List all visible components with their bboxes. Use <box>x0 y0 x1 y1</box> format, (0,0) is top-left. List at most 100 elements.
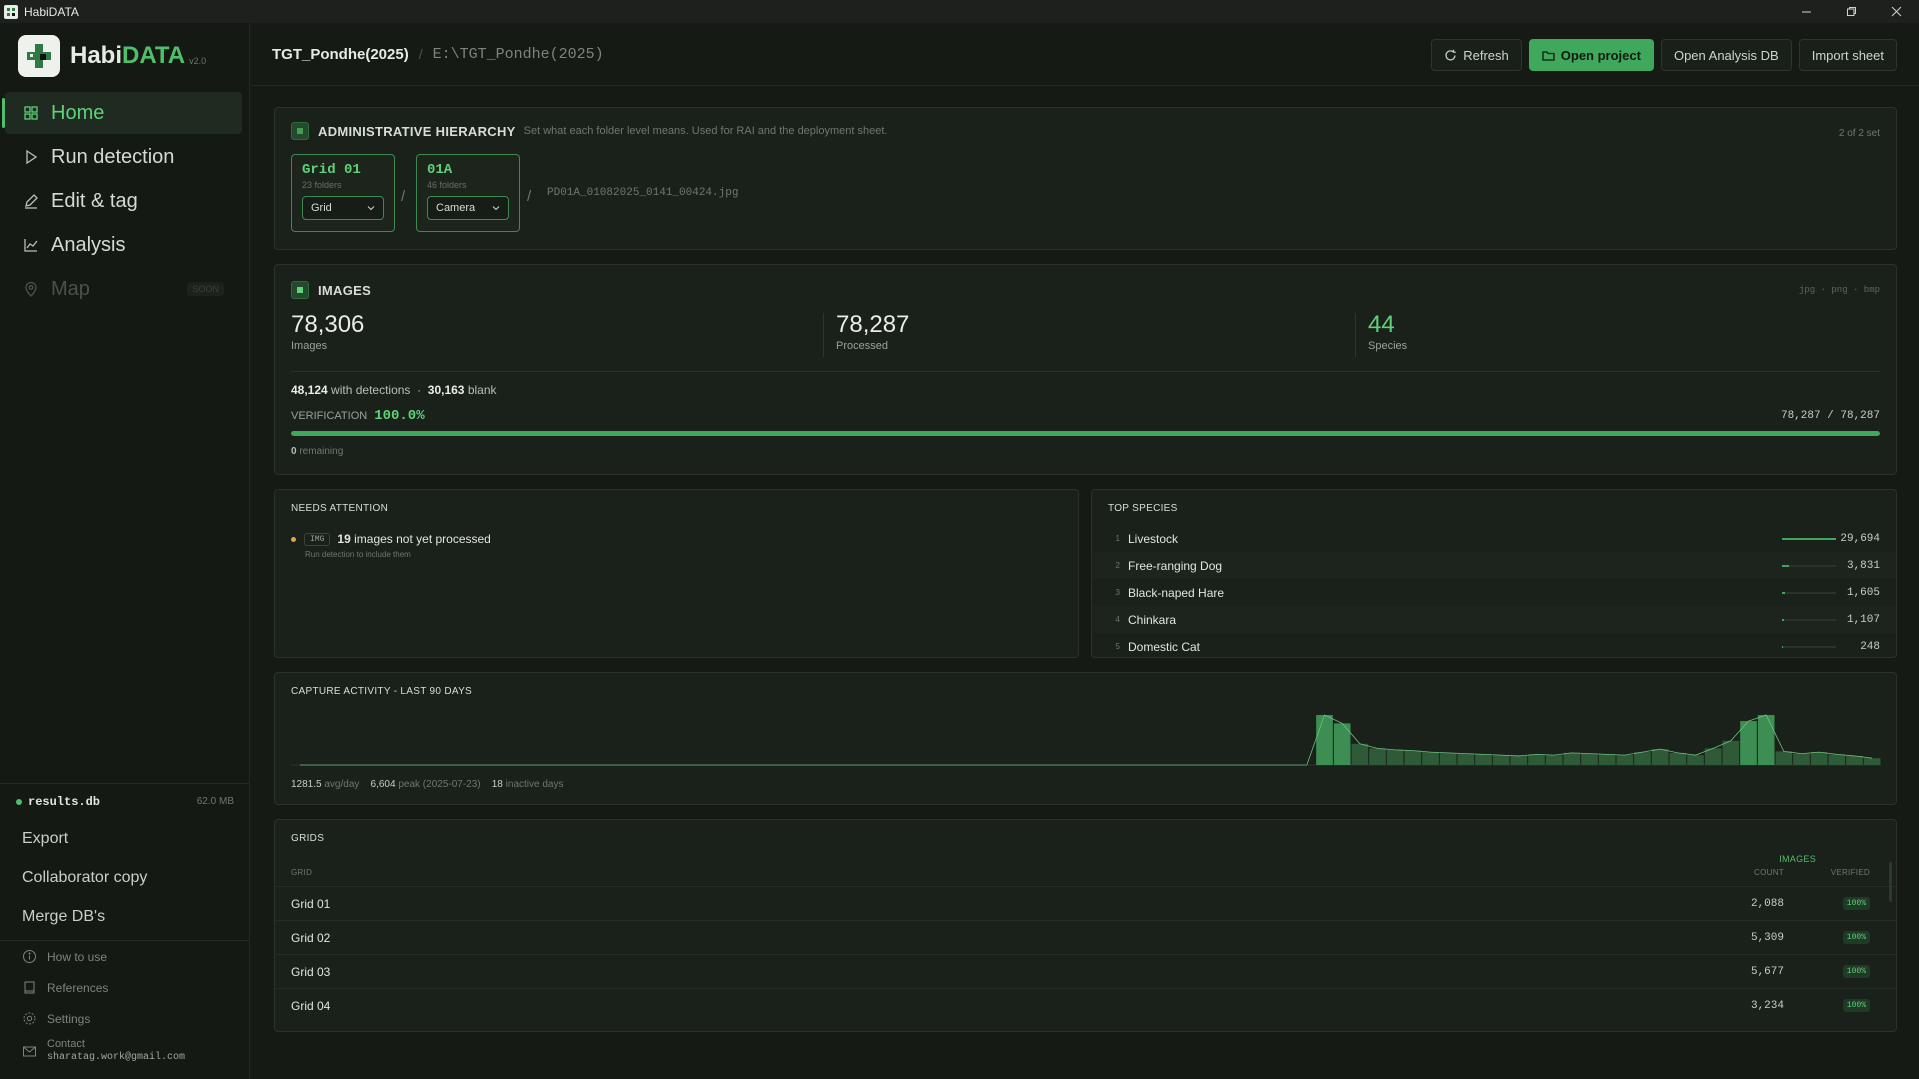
window-title: HabiDATA <box>24 4 79 19</box>
verified-badge: 100% <box>1842 931 1870 944</box>
app-logo-icon <box>4 4 18 19</box>
restore-icon <box>1847 7 1856 16</box>
activity-bar <box>1386 749 1404 765</box>
column-header-verified[interactable]: VERIFIED <box>1831 868 1870 877</box>
level-name: Grid 01 <box>302 162 361 178</box>
species-share-bar <box>1782 591 1836 594</box>
references-link[interactable]: References <box>0 972 250 1003</box>
info-icon <box>23 950 36 963</box>
contact-link[interactable]: Contact sharatag.work@gmail.com <box>0 1034 250 1068</box>
activity-bar <box>1669 752 1687 765</box>
verification-percent: 100.0% <box>374 408 425 424</box>
how-to-use-link[interactable]: How to use <box>0 941 250 972</box>
species-row[interactable]: 2 Free-ranging Dog 3,831 <box>1092 552 1896 579</box>
needs-attention-card: NEEDS ATTENTION IMG 19 images not yet pr… <box>274 489 1079 658</box>
image-formats: jpg · png · bmp <box>1798 285 1880 295</box>
database-name: results.db <box>28 794 101 809</box>
level-type-select[interactable]: Camera <box>427 196 509 220</box>
open-project-button[interactable]: Open project <box>1528 39 1654 71</box>
hierarchy-separator: / <box>527 188 532 205</box>
settings-link[interactable]: Settings <box>0 1003 250 1034</box>
minimize-button[interactable] <box>1784 0 1829 23</box>
hierarchy-description: Set what each folder level means. Used f… <box>523 125 888 137</box>
column-header-count[interactable]: COUNT <box>1754 868 1784 877</box>
verified-badge: 100% <box>1842 965 1870 978</box>
hierarchy-title: ADMINISTRATIVE HIERARCHY <box>318 123 516 139</box>
activity-bar <box>1810 752 1828 765</box>
species-name: Free-ranging Dog <box>1128 558 1223 573</box>
folder-icon <box>1542 50 1555 61</box>
species-row[interactable]: 5 Domestic Cat 248 <box>1092 633 1896 657</box>
species-share-bar <box>1782 564 1836 567</box>
merge-dbs-button[interactable]: Merge DB's <box>0 897 250 936</box>
verification-progress-bar <box>291 431 1880 436</box>
link-label: Settings <box>47 1011 91 1026</box>
species-rank: 4 <box>1115 615 1120 624</box>
link-label: References <box>47 980 109 995</box>
image-badge: IMG <box>304 533 331 546</box>
database-status: results.db 62.0 MB <box>0 783 250 819</box>
play-icon <box>23 148 41 166</box>
brand-logo-icon <box>18 34 60 77</box>
activity-bar <box>1757 715 1775 765</box>
species-name: Livestock <box>1128 531 1179 546</box>
scrollbar-thumb[interactable] <box>1889 862 1892 902</box>
import-sheet-button[interactable]: Import sheet <box>1798 39 1897 71</box>
mail-icon <box>23 1046 36 1056</box>
activity-bar <box>1598 754 1616 765</box>
nav-item-edit-tag[interactable]: Edit & tag <box>5 180 242 222</box>
attention-item[interactable]: IMG 19 images not yet processed <box>291 532 491 546</box>
images-title: IMAGES <box>318 282 372 298</box>
stat-value: 44 <box>1368 311 1395 338</box>
nav-item-run-detection[interactable]: Run detection <box>5 136 242 178</box>
breadcrumb-separator: / <box>418 46 423 62</box>
table-row[interactable]: Grid 02 5,309 100% <box>275 920 1896 954</box>
species-share-bar <box>1782 537 1836 540</box>
verification-row: VERIFICATION 100.0% <box>291 408 425 424</box>
species-title: TOP SPECIES <box>1108 503 1178 514</box>
stat-processed: 78,287 Processed <box>836 311 909 352</box>
nav-item-home[interactable]: Home <box>2 92 242 134</box>
table-row[interactable]: Grid 04 3,234 100% <box>275 988 1896 1022</box>
activity-bar <box>1492 755 1510 765</box>
activity-bar <box>1722 740 1740 765</box>
brand: HabiDATA v2.0 <box>0 23 249 88</box>
export-button[interactable]: Export <box>0 819 250 858</box>
species-row[interactable]: 4 Chinkara 1,107 <box>1092 606 1896 633</box>
table-row[interactable]: Grid 03 5,677 100% <box>275 954 1896 988</box>
level-type-select[interactable]: Grid <box>302 196 384 220</box>
activity-bar <box>1510 755 1528 765</box>
stat-value: 78,306 <box>291 311 365 338</box>
grid-icon <box>23 104 41 122</box>
species-row[interactable]: 1 Livestock 29,694 <box>1092 525 1896 552</box>
minimize-icon <box>1802 11 1811 13</box>
level-name: 01A <box>427 162 453 178</box>
activity-bar <box>1404 750 1422 765</box>
sample-filename: PD01A_01082025_0141_00424.jpg <box>547 187 739 199</box>
soon-badge: SOON <box>187 282 224 296</box>
activity-bar <box>1687 755 1704 765</box>
species-share-bar <box>1782 618 1836 621</box>
close-button[interactable] <box>1874 0 1919 23</box>
activity-bar <box>1863 758 1881 765</box>
refresh-button[interactable]: Refresh <box>1431 39 1522 71</box>
species-row[interactable]: 3 Black-naped Hare 1,605 <box>1092 579 1896 606</box>
hierarchy-card: ADMINISTRATIVE HIERARCHY Set what each f… <box>274 107 1897 250</box>
stat-value: 78,287 <box>836 311 910 338</box>
stat-label: Species <box>1368 340 1408 352</box>
activity-bar <box>1316 715 1333 765</box>
open-analysis-db-button[interactable]: Open Analysis DB <box>1660 39 1792 71</box>
species-share-bar <box>1782 645 1836 648</box>
activity-bar <box>1475 754 1492 765</box>
sidebar-bottom: results.db 62.0 MB Export Collaborator c… <box>0 783 250 1068</box>
hierarchy-separator: / <box>401 188 406 205</box>
collaborator-copy-button[interactable]: Collaborator copy <box>0 858 250 897</box>
grid-count: 5,677 <box>1750 965 1784 978</box>
restore-button[interactable] <box>1829 0 1874 23</box>
column-header-grid[interactable]: GRID <box>291 868 312 877</box>
activity-bar <box>1634 752 1651 765</box>
level-card-camera: 01A 46 folders Camera <box>416 154 520 232</box>
table-row[interactable]: Grid 01 2,088 100% <box>275 886 1896 920</box>
nav-item-analysis[interactable]: Analysis <box>5 224 242 266</box>
species-count: 29,694 <box>1840 532 1880 545</box>
